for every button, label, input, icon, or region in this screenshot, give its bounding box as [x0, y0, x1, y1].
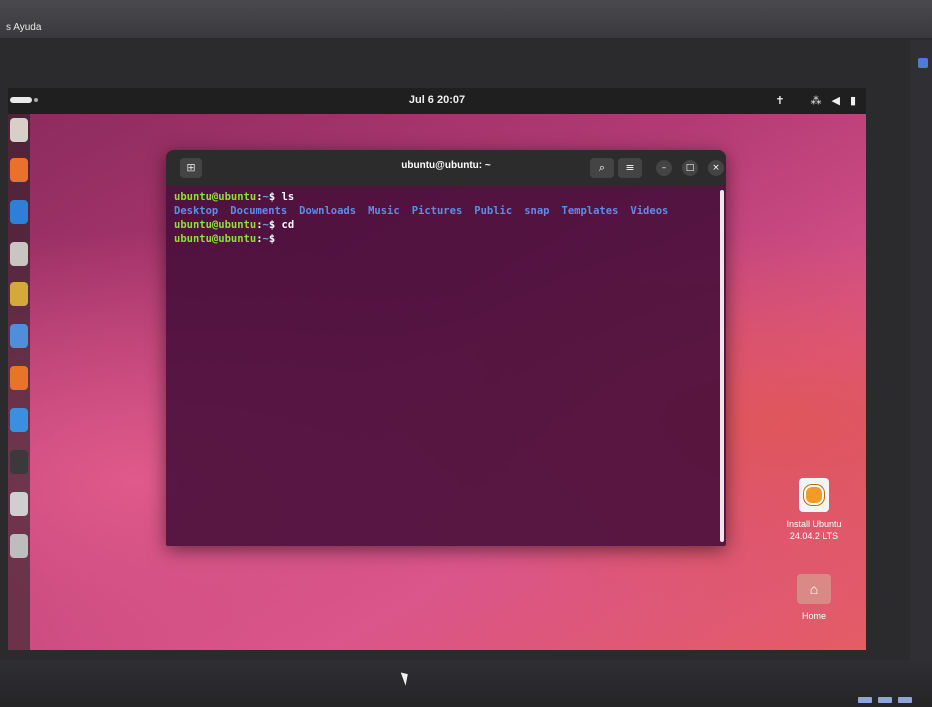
prompt-symbol: $ [268, 233, 276, 245]
volume-icon[interactable]: ◀ [831, 94, 839, 107]
install-label-line1: Install Ubuntu [786, 519, 842, 529]
maximize-button[interactable]: □ [682, 160, 698, 176]
install-ubuntu-shortcut[interactable]: Install Ubuntu 24.04.2 LTS [774, 478, 854, 542]
ls-output: Desktop Documents Downloads Music Pictur… [174, 204, 714, 218]
command-text: cd [281, 219, 295, 231]
minimize-button[interactable]: – [656, 160, 672, 176]
prompt-user: ubuntu@ubuntu [174, 191, 257, 203]
search-button[interactable]: ⌕ [590, 158, 614, 178]
menu-button[interactable]: ≡ [618, 158, 642, 178]
dir-entry: Public [474, 205, 513, 217]
host-tray[interactable] [858, 697, 912, 703]
network-icon[interactable]: ⁂ [810, 94, 821, 107]
top-bar: Jul 6 20:07 ✝ ⁂ ◀ ▮ [8, 88, 866, 114]
firefox-icon[interactable] [10, 158, 28, 182]
accessibility-icon[interactable]: ✝ [775, 94, 784, 107]
thunderbird-icon[interactable] [10, 200, 28, 224]
terminal-line: ubuntu@ubuntu:~$ ls [174, 190, 714, 204]
ubuntu-desktop: Jul 6 20:07 ✝ ⁂ ◀ ▮ ⊞ ubuntu@ubuntu: ~ ⌕… [8, 88, 866, 650]
prompt-symbol: $ [268, 191, 282, 203]
system-tray[interactable]: ✝ ⁂ ◀ ▮ [775, 94, 856, 107]
install-label-line2: 24.04.2 LTS [789, 531, 839, 541]
host-right-panel [910, 40, 932, 680]
dir-entry: Downloads [299, 205, 357, 217]
host-window-bar: s Ayuda [0, 0, 932, 38]
home-folder-icon: ⌂ [797, 574, 831, 604]
help-icon-2[interactable] [10, 408, 28, 432]
app-center-icon[interactable] [10, 366, 28, 390]
dir-entry: Desktop [174, 205, 219, 217]
terminal-window[interactable]: ⊞ ubuntu@ubuntu: ~ ⌕ ≡ – □ × ubuntu@ubun… [166, 150, 726, 546]
host-tray-icon[interactable] [898, 697, 912, 703]
terminal-icon[interactable] [10, 450, 28, 474]
dock [8, 114, 30, 650]
search-icon: ⌕ [598, 161, 606, 174]
minimize-icon: – [661, 163, 667, 173]
files-icon[interactable] [10, 242, 28, 266]
terminal-title: ubuntu@ubuntu: ~ [401, 160, 491, 171]
drive-icon[interactable] [10, 492, 28, 516]
dir-entry: Videos [630, 205, 669, 217]
host-menu-label[interactable]: s Ayuda [6, 22, 41, 33]
hamburger-icon: ≡ [625, 161, 635, 174]
drive-icon-2[interactable] [10, 534, 28, 558]
host-bottom-bar [0, 660, 932, 707]
dir-entry: Music [368, 205, 400, 217]
host-tray-icon[interactable] [858, 697, 872, 703]
battery-icon[interactable]: ▮ [850, 94, 856, 107]
rhythmbox-icon[interactable] [10, 282, 28, 306]
terminal-line: ubuntu@ubuntu:~$ [174, 232, 714, 246]
dir-entry: snap [524, 205, 550, 217]
close-icon: × [712, 163, 720, 173]
home-label: Home [801, 611, 826, 621]
dir-entry: Pictures [411, 205, 463, 217]
host-tray-icon[interactable] [878, 697, 892, 703]
dir-entry: Templates [561, 205, 619, 217]
terminal-line: ubuntu@ubuntu:~$ cd [174, 218, 714, 232]
help-icon[interactable] [10, 118, 28, 142]
writer-icon[interactable] [10, 324, 28, 348]
dir-entry: Documents [230, 205, 288, 217]
close-button[interactable]: × [708, 160, 724, 176]
home-folder-shortcut[interactable]: ⌂ Home [774, 574, 854, 622]
installer-icon [799, 478, 829, 512]
command-text: ls [281, 191, 295, 203]
terminal-output[interactable]: ubuntu@ubuntu:~$ ls Desktop Documents Do… [174, 190, 714, 246]
clock[interactable]: Jul 6 20:07 [8, 94, 866, 106]
prompt-symbol: $ [268, 219, 282, 231]
terminal-scrollbar[interactable] [720, 190, 724, 542]
terminal-header-bar[interactable]: ⊞ ubuntu@ubuntu: ~ ⌕ ≡ – □ × [166, 150, 726, 186]
prompt-user: ubuntu@ubuntu [174, 233, 257, 245]
prompt-user: ubuntu@ubuntu [174, 219, 257, 231]
maximize-icon: □ [685, 163, 695, 173]
host-panel-icon[interactable] [918, 58, 928, 68]
